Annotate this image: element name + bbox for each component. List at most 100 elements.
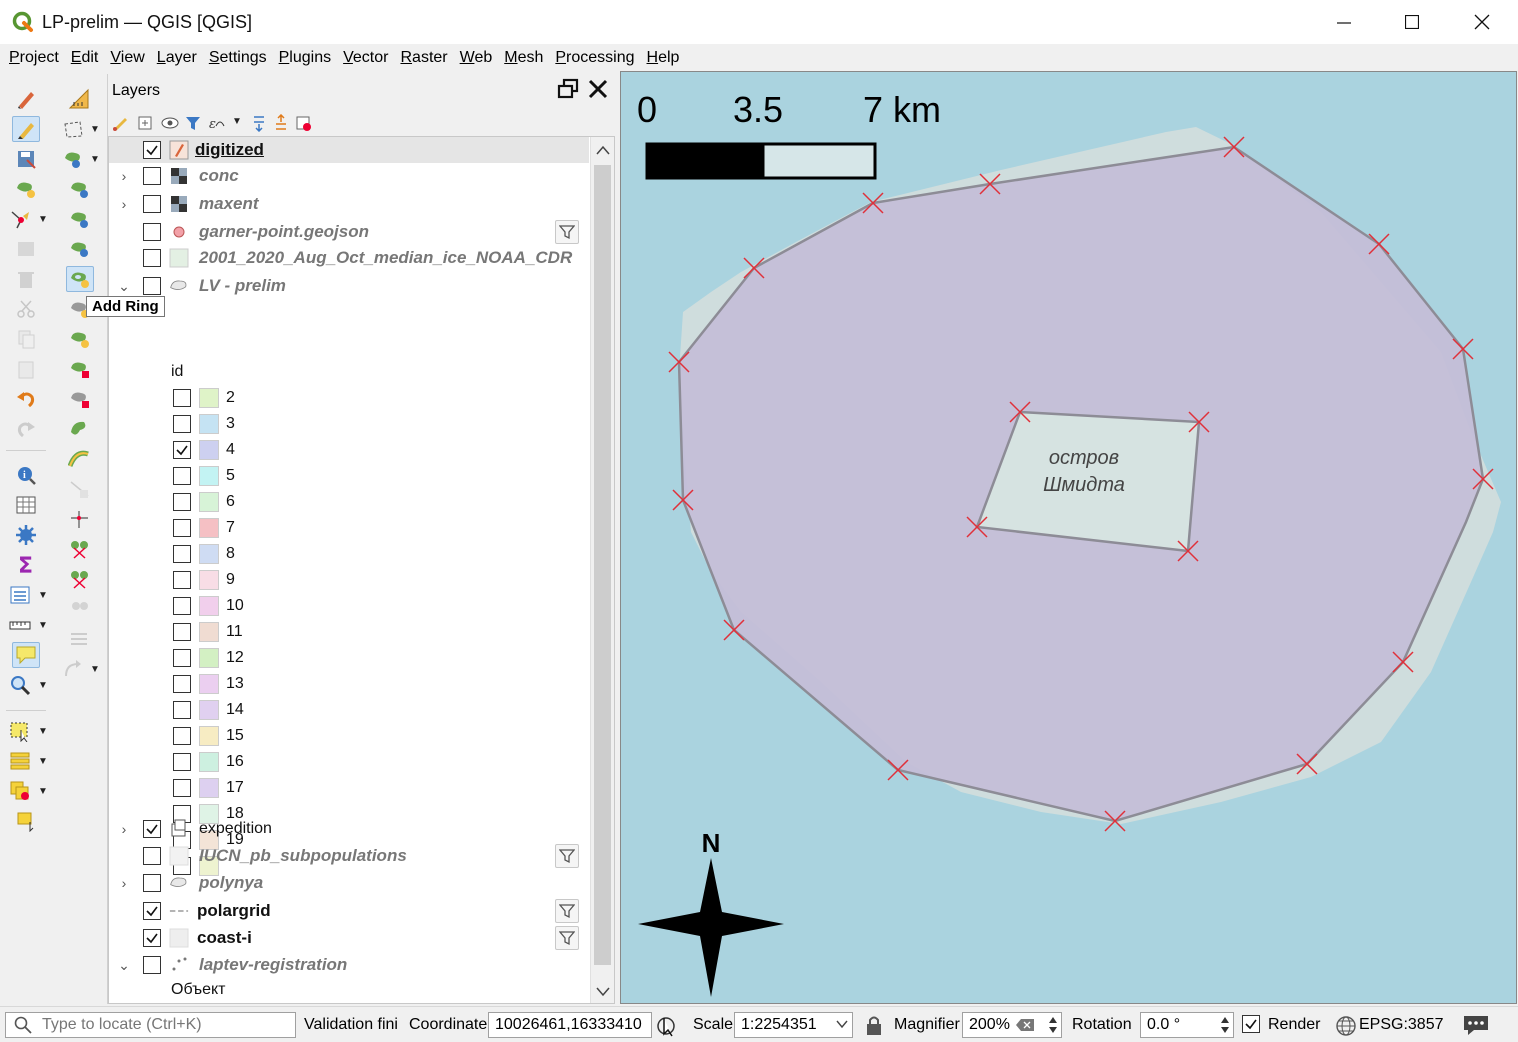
filter-expression-dropdown[interactable]: ▼ <box>232 116 242 127</box>
snapping-button[interactable] <box>66 86 94 112</box>
fill-ring-button[interactable] <box>66 326 94 352</box>
legend-category-row[interactable]: 3 <box>109 411 589 437</box>
paste-features-button[interactable] <box>12 356 40 382</box>
layer-visibility-checkbox[interactable] <box>143 847 161 865</box>
expand-chevron-icon[interactable]: › <box>117 196 131 212</box>
vertex-tool-button[interactable] <box>6 206 34 232</box>
close-panel-button[interactable] <box>587 78 609 106</box>
layer-row-polynya[interactable]: › polynya <box>109 870 589 896</box>
messages-icon[interactable] <box>1462 1013 1490 1037</box>
select-location-button[interactable] <box>12 808 40 834</box>
collapse-chevron-icon[interactable]: ⌄ <box>117 278 131 295</box>
layer-row-coast-i[interactable]: coast-i <box>109 925 589 951</box>
current-edits-button[interactable] <box>12 86 40 112</box>
layer-visibility-checkbox[interactable] <box>143 167 161 185</box>
add-polygon-feature-button[interactable] <box>12 176 40 202</box>
maximize-button[interactable] <box>1378 0 1446 44</box>
simplify-feature-button[interactable] <box>66 206 94 232</box>
lock-icon[interactable] <box>864 1014 884 1036</box>
legend-category-row[interactable]: 8 <box>109 541 589 567</box>
add-group-icon[interactable] <box>136 114 154 132</box>
layer-row-lv-prelim[interactable]: ⌄ LV - prelim <box>109 273 589 299</box>
render-checkbox[interactable] <box>1242 1015 1260 1033</box>
toggle-editing-button[interactable] <box>12 116 40 142</box>
layer-row-conc[interactable]: › conc <box>109 163 589 189</box>
layer-visibility-checkbox[interactable] <box>143 902 161 920</box>
scrollbar-thumb[interactable] <box>594 165 611 965</box>
close-window-button[interactable] <box>1448 0 1516 44</box>
legend-category-row[interactable]: 9 <box>109 567 589 593</box>
measure-dropdown[interactable]: ▼ <box>38 620 48 631</box>
category-visibility-checkbox[interactable] <box>173 571 191 589</box>
menu-processing[interactable]: Processing <box>550 47 639 69</box>
menu-vector[interactable]: Vector <box>338 47 393 69</box>
merge-attributes-button[interactable] <box>66 566 94 592</box>
legend-category-row[interactable]: 2 <box>109 385 589 411</box>
delete-selected-button[interactable] <box>12 266 40 292</box>
layer-row-digitized[interactable]: digitized <box>109 137 589 163</box>
processing-toolbox-button[interactable] <box>12 522 40 548</box>
scroll-up-icon[interactable] <box>596 145 610 155</box>
legend-category-row[interactable]: 5 <box>109 463 589 489</box>
offset-point-symbols-button[interactable] <box>66 626 94 652</box>
redo-button[interactable] <box>12 416 40 442</box>
identify-features-button[interactable]: i <box>12 462 40 488</box>
category-visibility-checkbox[interactable] <box>173 519 191 537</box>
reshape-button[interactable] <box>66 236 94 262</box>
legend-category-row[interactable]: 16 <box>109 749 589 775</box>
trim-extend-button[interactable] <box>60 656 88 682</box>
menu-layer[interactable]: Layer <box>152 47 202 69</box>
layer-row-maxent[interactable]: › maxent <box>109 191 589 217</box>
save-edits-button[interactable] <box>12 146 40 172</box>
category-visibility-checkbox[interactable] <box>173 675 191 693</box>
magnifier-spinbox[interactable]: 200% <box>962 1012 1062 1038</box>
expand-all-icon[interactable] <box>250 114 268 132</box>
map-canvas[interactable]: остров Шмидта 0 3.5 7 km N <box>620 71 1517 1004</box>
expand-chevron-icon[interactable]: › <box>117 875 131 891</box>
legend-category-row[interactable]: 10 <box>109 593 589 619</box>
layer-visibility-checkbox[interactable] <box>143 956 161 974</box>
coordinate-field[interactable]: 10026461,16333410 <box>488 1012 652 1038</box>
scroll-down-icon[interactable] <box>596 987 610 997</box>
spin-arrows-icon[interactable] <box>1048 1014 1058 1036</box>
category-visibility-checkbox[interactable] <box>173 467 191 485</box>
legend-category-row[interactable]: 7 <box>109 515 589 541</box>
layer-visibility-checkbox[interactable] <box>143 874 161 892</box>
vertex-tool-dropdown[interactable]: ▼ <box>38 214 48 225</box>
attribute-table-button[interactable] <box>12 492 40 518</box>
category-visibility-checkbox[interactable] <box>173 649 191 667</box>
remove-layer-icon[interactable] <box>294 114 312 132</box>
rotate-point-symbols-button[interactable] <box>66 596 94 622</box>
layer-visibility-checkbox[interactable] <box>143 820 161 838</box>
category-visibility-checkbox[interactable] <box>173 727 191 745</box>
layer-visibility-checkbox[interactable] <box>143 195 161 213</box>
filter-expression-icon[interactable]: ε <box>208 114 228 132</box>
layer-visibility-checkbox[interactable] <box>143 223 161 241</box>
category-visibility-checkbox[interactable] <box>173 779 191 797</box>
eye-icon[interactable] <box>160 114 180 132</box>
layer-filter-button[interactable] <box>555 844 579 868</box>
statistical-summary-button[interactable]: Σ <box>12 552 40 578</box>
legend-category-row[interactable]: 6 <box>109 489 589 515</box>
collapse-all-icon[interactable] <box>272 114 290 132</box>
reshape-features-button[interactable] <box>66 416 94 442</box>
expand-chevron-icon[interactable]: › <box>117 168 131 184</box>
category-visibility-checkbox[interactable] <box>173 597 191 615</box>
legend-category-row[interactable]: 15 <box>109 723 589 749</box>
deselect-features-button[interactable] <box>6 778 34 804</box>
trim-extend-dropdown[interactable]: ▼ <box>90 664 100 675</box>
cut-features-button[interactable] <box>12 296 40 322</box>
crs-button[interactable]: EPSG:3857 <box>1359 1016 1444 1034</box>
menu-view[interactable]: View <box>105 47 149 69</box>
menu-web[interactable]: Web <box>455 47 498 69</box>
menu-project[interactable]: Project <box>4 47 64 69</box>
split-features-button[interactable] <box>66 476 94 502</box>
zoom-dropdown[interactable]: ▼ <box>38 680 48 691</box>
legend-category-row[interactable]: 13 <box>109 671 589 697</box>
legend-category-row[interactable]: 4 <box>109 437 589 463</box>
expand-chevron-icon[interactable]: › <box>117 821 131 837</box>
layer-filter-button[interactable] <box>555 899 579 923</box>
menu-edit[interactable]: Edit <box>66 47 104 69</box>
menu-help[interactable]: Help <box>642 47 685 69</box>
legend-category-row[interactable]: 11 <box>109 619 589 645</box>
